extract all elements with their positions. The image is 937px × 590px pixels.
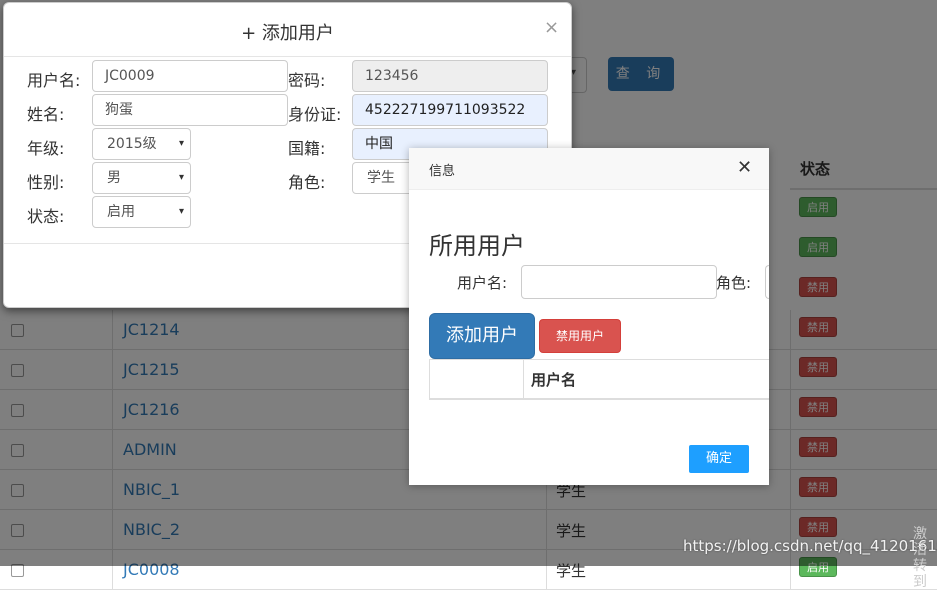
modal-title: + 添加用户 [241, 23, 334, 44]
activation-notice: 激活 转到 [913, 526, 927, 590]
password-label: 密码: [288, 71, 326, 90]
id-card-label: 身份证: [288, 105, 342, 124]
chevron-down-icon: ▾ [178, 138, 184, 149]
grade-select[interactable]: 2015级 ▾ [92, 128, 191, 160]
watermark: https://blog.csdn.net/qq_41201619 [683, 537, 937, 555]
name-label: 姓名: [27, 105, 65, 124]
disable-user-button[interactable]: 禁用用户 [539, 319, 621, 353]
column-header-username: 用户名 [531, 371, 577, 389]
role-label: 角色: [288, 173, 326, 192]
dialog-header [409, 148, 769, 190]
role-search-input[interactable] [765, 265, 769, 299]
status-select-value: 启用 [107, 204, 135, 220]
gender-select[interactable]: 男 ▾ [92, 162, 191, 194]
nationality-label: 国籍: [288, 139, 326, 158]
dialog-title: 信息 [429, 164, 456, 179]
username-search-input[interactable] [521, 265, 717, 299]
username-label: 用户名: [457, 274, 508, 292]
user-table-header: 用户名 [429, 359, 769, 400]
username-field[interactable]: JC0009 [92, 60, 288, 92]
role-label: 角色: [716, 274, 752, 292]
chevron-down-icon: ▾ [178, 172, 184, 183]
password-field[interactable]: 123456 [352, 60, 548, 92]
grade-select-value: 2015级 [107, 136, 157, 152]
id-card-field[interactable]: 452227199711093522 [352, 94, 548, 126]
info-dialog: 信息 ✕ 所用用户 用户名: 角色: 添加用户 禁用用户 用户名 确定 [409, 148, 769, 485]
confirm-button[interactable]: 确定 [689, 445, 749, 473]
username-label: 用户名: [27, 71, 81, 90]
close-icon[interactable]: × [544, 17, 559, 38]
gender-select-value: 男 [107, 170, 121, 186]
status-label: 状态: [27, 207, 65, 226]
close-icon[interactable]: ✕ [737, 157, 752, 178]
status-select[interactable]: 启用 ▾ [92, 196, 191, 228]
divider [4, 56, 571, 57]
gender-label: 性别: [27, 173, 65, 192]
name-field[interactable]: 狗蛋 [92, 94, 288, 126]
chevron-down-icon: ▾ [178, 206, 184, 217]
add-user-button[interactable]: 添加用户 [429, 313, 535, 359]
role-select-value: 学生 [367, 170, 395, 186]
section-heading: 所用用户 [429, 232, 525, 260]
grade-label: 年级: [27, 139, 65, 158]
